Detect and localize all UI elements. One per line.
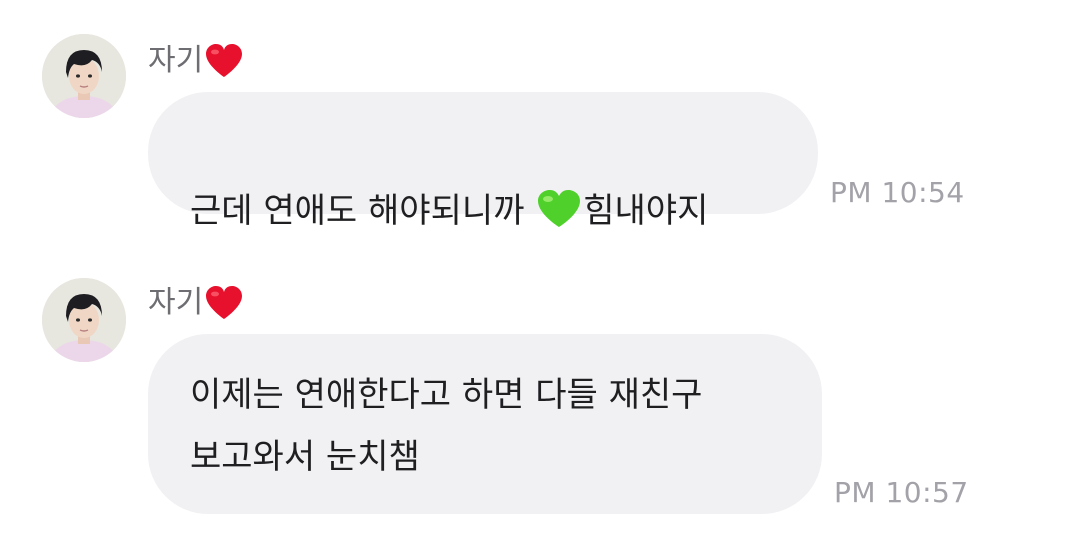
avatar[interactable]: [42, 34, 126, 118]
chat-screen: { "messages": [ { "sender": "자기", "sende…: [0, 0, 1080, 546]
avatar-image: [42, 34, 126, 118]
message-text-part: 힘내야지: [583, 191, 709, 231]
message-bubble[interactable]: 근데 연애도 해야되니까 힘내야지: [148, 92, 818, 231]
sender-name: 자기: [148, 285, 204, 320]
avatar-image: [42, 278, 126, 362]
red-heart-icon: [206, 44, 243, 77]
message-time: PM 10:57: [834, 476, 969, 509]
red-heart-icon: [206, 286, 243, 319]
sender-name-row: 자기: [148, 286, 243, 320]
message-bubble[interactable]: 이제는 연애한다고 하면 다들 재친구 보고와서 눈치챔: [148, 334, 822, 514]
sender-name: 자기: [148, 43, 204, 78]
message-time: PM 10:54: [830, 176, 965, 209]
message-1: 자기 근데 연애도 해야되니까 힘내야지 PM 10:54: [0, 0, 1080, 250]
message-text: 이제는 연애한다고 하면 다들 재친구 보고와서 눈치챔: [190, 375, 703, 477]
green-heart-icon: [538, 190, 581, 227]
sender-name-row: 자기: [148, 44, 243, 78]
message-text: 근데 연애도 해야되니까 힘내야지: [190, 124, 818, 240]
message-text-part: 근데 연애도 해야되니까: [190, 191, 536, 231]
avatar[interactable]: [42, 278, 126, 362]
message-2: 자기 이제는 연애한다고 하면 다들 재친구 보고와서 눈치챔 PM 10:57: [0, 242, 1080, 546]
